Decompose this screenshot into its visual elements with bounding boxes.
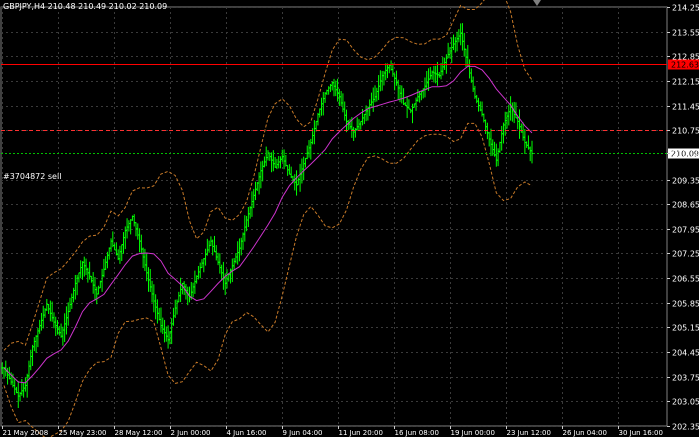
price-tick-label: 209.35	[672, 177, 699, 186]
time-tick-label: 28 May 12:00	[115, 429, 163, 437]
price-tick-label: 210.75	[672, 127, 699, 136]
time-tick-label: 21 May 2008	[3, 429, 49, 437]
price-chart[interactable]: 212.63 210.09 214.25 213.55 212.85 212.15 211…	[0, 0, 699, 437]
time-tick-label: 26 Jun 04:00	[563, 429, 607, 437]
price-tick-label: 211.45	[672, 103, 699, 112]
time-tick-label: 16 Jun 08:00	[395, 429, 439, 437]
price-tick-label: 203.05	[672, 398, 699, 407]
time-tick-label: 19 Jun 00:00	[451, 429, 495, 437]
bollinger-bands	[3, 0, 533, 437]
chart-grid	[0, 6, 668, 427]
price-tick-label: 204.45	[672, 349, 699, 358]
price-tick-label: 214.25	[672, 4, 699, 13]
time-tick-label: 2 Jun 00:00	[171, 429, 211, 437]
time-tick-label: 11 Jun 20:00	[339, 429, 383, 437]
price-tick-label: 202.35	[672, 423, 699, 432]
time-tick-label: 30 Jun 16:00	[619, 429, 663, 437]
time-tick-label: 9 Jun 04:00	[283, 429, 323, 437]
sell-level-tag-label: 212.63	[671, 61, 699, 70]
chart-symbol-label: GBPJPY,H4 210.48 210.49 210.02 210.09	[3, 2, 168, 11]
upper-band-line	[3, 0, 533, 351]
lower-band-line	[3, 122, 533, 437]
chart-shift-marker-icon[interactable]	[533, 0, 541, 6]
price-tick-label: 212.15	[672, 78, 699, 87]
time-tick-label: 23 Jun 12:00	[507, 429, 551, 437]
price-tick-label: 205.15	[672, 324, 699, 333]
plot-border	[0, 6, 668, 427]
order-levels: 212.63 210.09	[1, 59, 699, 159]
price-tick-label: 207.25	[672, 250, 699, 259]
price-tick-label: 203.75	[672, 374, 699, 383]
moving-average-line	[3, 65, 533, 384]
price-tick-label: 208.65	[672, 201, 699, 210]
price-tick-label: 212.85	[672, 53, 699, 62]
price-tick-label: 205.85	[672, 300, 699, 309]
price-tick-label: 206.55	[672, 275, 699, 284]
moving-average-path	[3, 65, 533, 384]
time-tick-label: 25 May 23:00	[59, 429, 107, 437]
price-tick-label: 207.95	[672, 226, 699, 235]
price-tick-label: 210.09	[672, 150, 699, 159]
time-tick-label: 4 Jun 16:00	[227, 429, 267, 437]
order-label: #3704872 sell	[3, 172, 62, 181]
time-axis: 21 May 2008 25 May 23:00 28 May 12:00 2 Jun…	[2, 426, 663, 437]
price-tick-label: 213.55	[672, 29, 699, 38]
